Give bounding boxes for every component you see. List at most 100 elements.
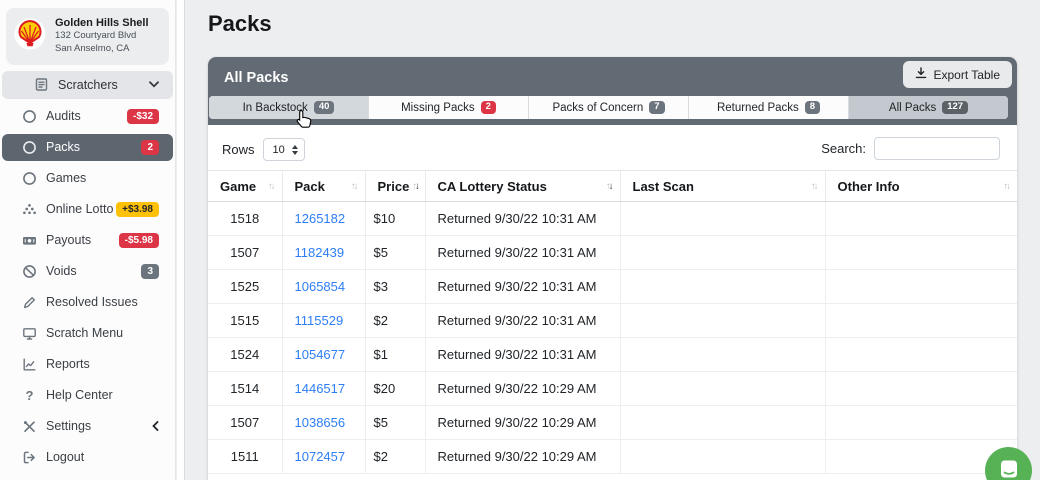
game-cell: 1525 [208,270,282,304]
pack-link[interactable]: 1072457 [295,449,346,464]
pack-cell: 1065854 [282,270,365,304]
banknote-icon [22,233,37,248]
sidebar-item-label: Scratchers [58,78,149,92]
pack-link[interactable]: 1065854 [295,279,346,294]
other-info-cell [825,304,1017,338]
monitor-icon [22,326,37,341]
chart-icon [22,357,37,372]
game-cell: 1511 [208,440,282,474]
pack-link[interactable]: 1182439 [295,245,345,260]
column-header-price[interactable]: Price↑↓ [365,171,425,202]
column-header-other-info[interactable]: Other Info↑↓ [825,171,1017,202]
store-address-line2: San Anselmo, CA [55,42,149,55]
search-label: Search: [821,141,866,156]
status-cell: Returned 9/30/22 10:31 AM [425,202,620,236]
sidebar-item-label: Voids [46,264,141,278]
circle-icon [22,171,37,186]
pack-link[interactable]: 1115529 [295,313,344,328]
tab-returned-packs[interactable]: Returned Packs 8 [689,96,849,119]
column-header-last-scan[interactable]: Last Scan↑↓ [620,171,825,202]
sort-icon: ↑↓ [811,181,817,192]
sidebar-item-label: Settings [46,419,152,433]
table-row: 1524 1054677 $1 Returned 9/30/22 10:31 A… [208,338,1017,372]
sidebar-scrollbar-track[interactable] [177,0,185,480]
sidebar-item-label: Payouts [46,233,119,247]
pack-link[interactable]: 1265182 [295,211,346,226]
sort-icon: ↑↓ [351,181,357,192]
tab-in-backstock[interactable]: In Backstock 40 [209,96,369,119]
sidebar-item-settings[interactable]: Settings [2,413,173,440]
last-scan-cell [620,304,825,338]
status-cell: Returned 9/30/22 10:29 AM [425,406,620,440]
tab-count-badge: 2 [481,101,496,113]
page-title: Packs [186,0,1040,37]
game-cell: 1507 [208,236,282,270]
last-scan-cell [620,338,825,372]
game-cell: 1507 [208,406,282,440]
sidebar-item-label: Logout [46,450,159,464]
status-cell: Returned 9/30/22 10:29 AM [425,440,620,474]
sidebar-item-voids[interactable]: Voids 3 [2,258,173,285]
tab-label: In Backstock [243,102,308,114]
sidebar-item-audits[interactable]: Audits -$32 [2,103,173,130]
sidebar-item-packs[interactable]: Packs 2 [2,134,173,161]
pack-cell: 1182439 [282,236,365,270]
status-cell: Returned 9/30/22 10:31 AM [425,236,620,270]
table-controls: Rows 10 Search: [208,125,1017,170]
sidebar-item-online-lotto[interactable]: Online Lotto +$3.98 [2,196,173,223]
tab-label: Missing Packs [401,102,475,114]
pack-link[interactable]: 1038656 [295,415,346,430]
pack-cell: 1265182 [282,202,365,236]
ticket-icon [34,77,49,92]
shell-logo-icon [14,18,46,55]
download-icon [915,67,927,82]
store-name: Golden Hills Shell [55,17,149,29]
pack-link[interactable]: 1446517 [295,381,346,396]
status-cell: Returned 9/30/22 10:29 AM [425,372,620,406]
search-input[interactable] [874,137,1000,160]
sidebar-item-scratchers[interactable]: Scratchers [2,71,173,99]
sidebar-item-logout[interactable]: Logout [2,444,173,471]
column-header-ca-lottery-status[interactable]: CA Lottery Status↑↓ [425,171,620,202]
sort-icon: ↑↓ [412,181,418,192]
export-table-label: Export Table [934,68,1001,82]
column-header-pack[interactable]: Pack↑↓ [282,171,365,202]
table-row: 1518 1265182 $10 Returned 9/30/22 10:31 … [208,202,1017,236]
sidebar-item-reports[interactable]: Reports [2,351,173,378]
sidebar-item-scratch-menu[interactable]: Scratch Menu [2,320,173,347]
price-cell: $2 [365,440,425,474]
sidebar-item-help-center[interactable]: ? Help Center [2,382,173,409]
voids-badge: 3 [141,264,159,279]
table-row: 1507 1182439 $5 Returned 9/30/22 10:31 A… [208,236,1017,270]
last-scan-cell [620,236,825,270]
price-cell: $20 [365,372,425,406]
price-cell: $5 [365,236,425,270]
status-cell: Returned 9/30/22 10:31 AM [425,338,620,372]
pack-cell: 1115529 [282,304,365,338]
tab-all-packs[interactable]: All Packs 127 [849,96,1008,119]
tab-label: All Packs [889,102,936,114]
pack-link[interactable]: 1054677 [295,347,346,362]
other-info-cell [825,372,1017,406]
store-info-card[interactable]: Golden Hills Shell 132 Courtyard Blvd Sa… [6,8,169,65]
tab-packs-of-concern[interactable]: Packs of Concern 7 [529,96,689,119]
tools-icon [22,419,37,434]
price-cell: $1 [365,338,425,372]
store-address-line1: 132 Courtyard Blvd [55,29,149,42]
rows-per-page-select[interactable]: 10 [263,138,305,161]
column-header-game[interactable]: Game↑↓ [208,171,282,202]
tab-missing-packs[interactable]: Missing Packs 2 [369,96,529,119]
other-info-cell [825,202,1017,236]
all-packs-card: All Packs Export Table In Backstock 40 M… [208,57,1017,480]
export-table-button[interactable]: Export Table [903,61,1013,88]
sidebar: Golden Hills Shell 132 Courtyard Blvd Sa… [0,0,176,480]
packs-table: Game↑↓ Pack↑↓ Price↑↓ CA Lottery Status↑… [208,170,1017,474]
sidebar-item-label: Audits [46,109,127,123]
table-row: 1525 1065854 $3 Returned 9/30/22 10:31 A… [208,270,1017,304]
sidebar-item-games[interactable]: Games [2,165,173,192]
main-content: Packs All Packs Export Table In Backstoc… [186,0,1040,480]
sidebar-item-resolved-issues[interactable]: Resolved Issues [2,289,173,316]
sidebar-item-payouts[interactable]: Payouts -$5.98 [2,227,173,254]
sidebar-item-label: Resolved Issues [46,295,159,309]
pack-cell: 1054677 [282,338,365,372]
